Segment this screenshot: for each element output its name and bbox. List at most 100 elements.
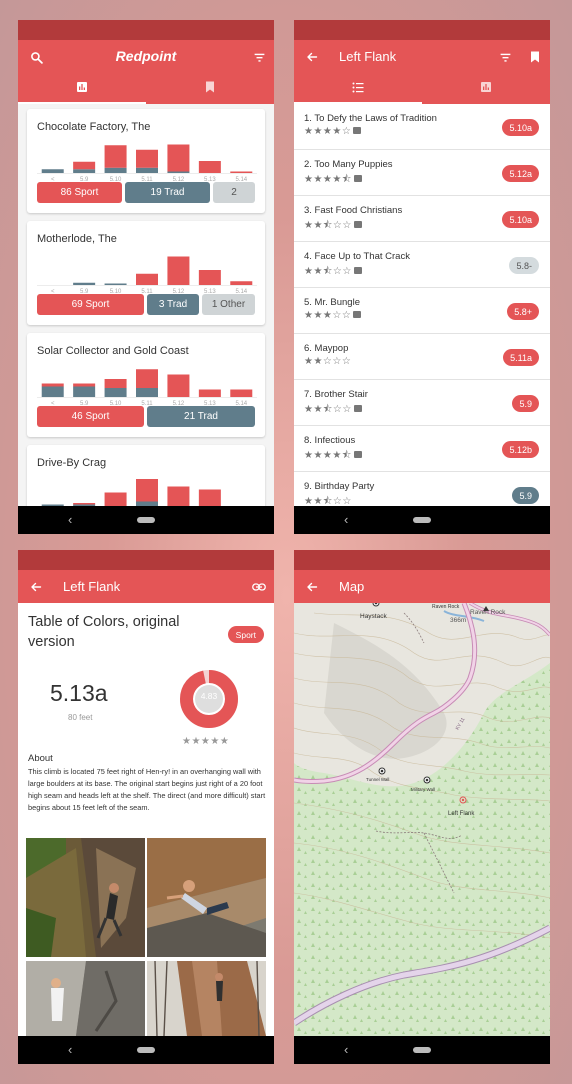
other-count-button[interactable]: 1 Other xyxy=(202,294,255,315)
route-row[interactable]: 6. Maypop ★★☆☆☆ 5.11a xyxy=(294,334,550,380)
route-name: 9. Birthday Party xyxy=(304,481,375,492)
photo-icon xyxy=(353,311,362,318)
sport-count-button[interactable]: 86 Sport xyxy=(37,182,122,203)
crag-card[interactable]: Chocolate Factory, The <5.9 5.10 5.11 5.12 5… xyxy=(27,109,265,213)
grade-badge: 5.8- xyxy=(509,257,539,274)
trad-count-button[interactable]: 3 Trad xyxy=(147,294,199,315)
trad-count-button[interactable]: 21 Trad xyxy=(147,406,255,427)
crag-list: Chocolate Factory, The <5.9 5.10 5.11 5.12 5… xyxy=(18,104,274,506)
map-label-tunnel-wall: Tunnel Wall xyxy=(366,777,390,782)
bar-trad xyxy=(136,167,158,173)
app-bar: Left Flank xyxy=(18,570,274,603)
bar-sport xyxy=(73,383,96,387)
app-title: Redpoint xyxy=(115,48,177,64)
bar-sport xyxy=(167,144,190,172)
bar-sport xyxy=(136,369,158,388)
tab-stats[interactable] xyxy=(18,73,146,104)
route-star-rating: ★★★★⯪ xyxy=(304,448,362,465)
sport-count-button[interactable]: 69 Sport xyxy=(37,294,144,315)
arrow-back-icon[interactable] xyxy=(303,578,321,596)
crag-type-buttons: 46 Sport 21 Trad xyxy=(37,406,257,427)
other-count-button[interactable]: 2 xyxy=(213,182,255,203)
tab-bar xyxy=(18,73,274,104)
nav-back-icon[interactable]: ‹ xyxy=(344,512,348,527)
grade-badge: 5.9 xyxy=(512,487,539,504)
crag-card[interactable]: Solar Collector and Gold Coast <5.9 5.10 5… xyxy=(27,333,265,437)
topo-map[interactable]: Haystack Raven Rock Raven Rock 366m Tunn… xyxy=(294,603,550,1036)
photo-icon xyxy=(353,175,362,182)
route-star-rating: ★★★★☆ xyxy=(304,126,362,137)
route-name: 7. Brother Stair xyxy=(304,389,368,400)
tab-saved[interactable] xyxy=(146,73,274,104)
crag-name: Drive-By Crag xyxy=(37,457,107,469)
bar-sport xyxy=(104,492,127,506)
app-bar: Redpoint xyxy=(18,40,274,73)
bar-sport xyxy=(198,270,221,285)
grade-badge: 5.11a xyxy=(503,349,539,366)
nav-home-icon[interactable] xyxy=(137,1047,155,1053)
route-name: 2. Too Many Puppies xyxy=(304,159,393,170)
bar-sport xyxy=(230,281,253,285)
bar-trad xyxy=(73,386,96,397)
route-row[interactable]: 3. Fast Food Christians ★★⯪☆☆ 5.10a xyxy=(294,196,550,242)
tab-list[interactable] xyxy=(294,73,422,104)
route-star-rating: ★★⯪☆☆ xyxy=(304,496,352,506)
map-canvas xyxy=(294,603,550,1036)
list-icon xyxy=(352,80,364,98)
route-row[interactable]: 2. Too Many Puppies ★★★★⯪ 5.12a xyxy=(294,150,550,196)
status-bar xyxy=(294,20,550,40)
photo-icon xyxy=(353,267,362,274)
bar-chart-icon xyxy=(480,80,492,98)
climb-grade: 5.13a xyxy=(50,680,108,706)
nav-back-icon[interactable]: ‹ xyxy=(68,1042,72,1057)
nav-back-icon[interactable]: ‹ xyxy=(344,1042,348,1057)
area-title: Left Flank xyxy=(339,49,397,64)
bookmark-icon[interactable] xyxy=(526,48,544,66)
route-star-rating: ★★★★⯪ xyxy=(304,172,362,189)
grade-badge: 5.12a xyxy=(502,165,539,182)
bar-trad xyxy=(104,283,127,285)
crag-name: Solar Collector and Gold Coast xyxy=(37,345,189,357)
filter-icon[interactable] xyxy=(496,48,514,66)
crag-card[interactable]: Motherlode, The <5.9 5.10 5.11 5.12 5.13 5.14… xyxy=(27,221,265,325)
route-row[interactable]: 4. Face Up to That Crack ★★⯪☆☆ 5.8- xyxy=(294,242,550,288)
bar-sport xyxy=(198,161,221,173)
nav-back-icon[interactable]: ‹ xyxy=(68,512,72,527)
arrow-back-icon[interactable] xyxy=(303,48,321,66)
climb-photo[interactable] xyxy=(147,961,266,1036)
trad-count-button[interactable]: 19 Trad xyxy=(125,182,210,203)
bar-sport xyxy=(73,503,96,505)
nav-home-icon[interactable] xyxy=(137,517,155,523)
bar-sport xyxy=(73,161,96,170)
route-row[interactable]: 9. Birthday Party ★★⯪☆☆ 5.9 xyxy=(294,472,550,506)
bar-sport xyxy=(198,489,221,506)
bar-sport xyxy=(230,171,253,173)
filter-icon[interactable] xyxy=(250,48,268,66)
crag-card[interactable]: Drive-By Crag <5.95.105.115.125.135.14 xyxy=(27,445,265,506)
nav-home-icon[interactable] xyxy=(413,517,431,523)
arrow-back-icon[interactable] xyxy=(27,578,45,596)
bar-trad xyxy=(104,167,127,173)
system-nav-bar: ‹ xyxy=(294,506,550,534)
nav-home-icon[interactable] xyxy=(413,1047,431,1053)
route-row[interactable]: 5. Mr. Bungle ★★★☆☆ 5.8+ xyxy=(294,288,550,334)
route-star-rating: ★★☆☆☆ xyxy=(304,356,352,367)
grade-distribution-chart: <5.95.105.115.125.135.14 xyxy=(37,256,257,295)
link-icon[interactable] xyxy=(250,578,268,596)
climb-photo[interactable] xyxy=(26,838,145,957)
route-row[interactable]: 8. Infectious ★★★★⯪ 5.12b xyxy=(294,426,550,472)
screen-route-list: Left Flank 1. To Defy the Laws of Tradit… xyxy=(294,20,550,534)
route-list: 1. To Defy the Laws of Tradition ★★★★☆ 5.1… xyxy=(294,104,550,506)
route-row[interactable]: 7. Brother Stair ★★⯪☆☆ 5.9 xyxy=(294,380,550,426)
screen-climb-detail: Left Flank Table of Colors, original ver… xyxy=(18,550,274,1064)
route-row[interactable]: 1. To Defy the Laws of Tradition ★★★★☆ 5.1… xyxy=(294,104,550,150)
climb-title: Table of Colors, original version xyxy=(28,614,180,650)
route-name: 3. Fast Food Christians xyxy=(304,205,403,216)
tab-stats[interactable] xyxy=(422,73,550,104)
grade-badge: 5.10a xyxy=(502,211,539,228)
climb-photo[interactable] xyxy=(147,838,266,957)
bar-sport xyxy=(136,149,158,168)
route-star-rating: ★★⯪☆☆ xyxy=(304,218,362,235)
sport-count-button[interactable]: 46 Sport xyxy=(37,406,144,427)
climb-photo[interactable] xyxy=(26,961,145,1036)
